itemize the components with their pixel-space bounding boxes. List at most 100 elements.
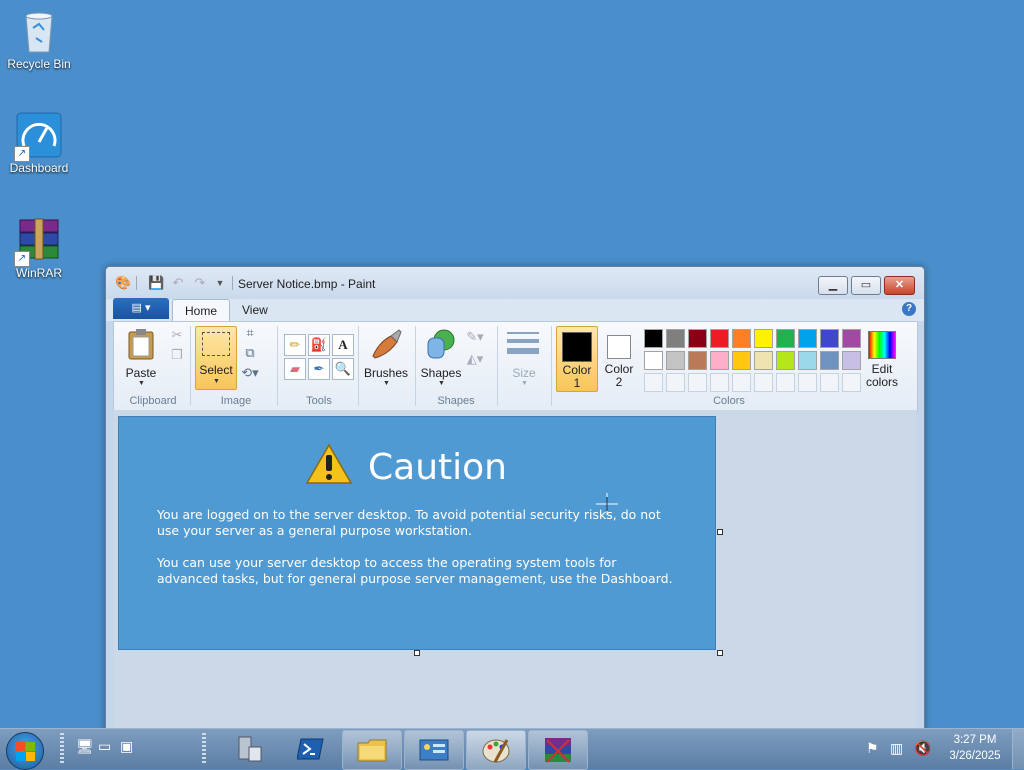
- server-manager-quicklaunch-icon[interactable]: 🖥: [76, 738, 94, 755]
- group-separator: [497, 326, 498, 406]
- shapes-dropdown-icon: ▼: [438, 380, 445, 387]
- palette-swatch[interactable]: [710, 329, 729, 348]
- palette-custom-slot[interactable]: [798, 373, 817, 392]
- taskbar-control-panel[interactable]: [404, 730, 464, 770]
- palette-custom-slot[interactable]: [776, 373, 795, 392]
- copy-icon[interactable]: ❐: [168, 346, 186, 364]
- edit-colors-label-line2: colors: [865, 375, 898, 389]
- palette-swatch[interactable]: [666, 329, 685, 348]
- toolbar-grip[interactable]: [60, 733, 64, 765]
- desktop-icon-dashboard[interactable]: ↗ Dashboard: [1, 112, 77, 175]
- show-desktop-quicklaunch-icon[interactable]: ▭: [98, 738, 111, 755]
- size-line-icon: [507, 348, 539, 354]
- taskbar-powershell[interactable]: [282, 730, 340, 768]
- rotate-icon[interactable]: ⟲▾: [241, 364, 259, 382]
- paint-app-icon[interactable]: 🎨: [115, 275, 131, 291]
- resize-handle-right[interactable]: [717, 529, 723, 535]
- palette-swatch[interactable]: [820, 351, 839, 370]
- select-rectangle-icon: [202, 332, 230, 356]
- cut-icon[interactable]: ✂: [168, 326, 186, 344]
- palette-custom-slot[interactable]: [666, 373, 685, 392]
- palette-swatch[interactable]: [842, 351, 861, 370]
- start-button[interactable]: [6, 732, 44, 770]
- size-button[interactable]: Size ▼: [502, 326, 546, 388]
- resize-handle-corner[interactable]: [717, 650, 723, 656]
- tab-view[interactable]: View: [230, 299, 280, 321]
- size-label: Size: [512, 366, 536, 380]
- palette-swatch[interactable]: [732, 351, 751, 370]
- title-bar[interactable]: 🎨 💾 ↶ ↷ ▼ Server Notice.bmp - Paint ▁ ▭ …: [106, 267, 924, 299]
- taskbar-winrar[interactable]: [528, 730, 588, 770]
- palette-custom-slot[interactable]: [732, 373, 751, 392]
- select-button[interactable]: Select ▼: [195, 326, 237, 390]
- outline-icon[interactable]: ✎▾: [466, 328, 484, 346]
- canvas-image[interactable]: Caution You are logged on to the server …: [118, 416, 716, 650]
- palette-swatch[interactable]: [644, 329, 663, 348]
- crop-icon[interactable]: ⌗: [241, 324, 259, 342]
- palette-swatch[interactable]: [798, 351, 817, 370]
- palette-custom-slot[interactable]: [710, 373, 729, 392]
- toolbar-grip[interactable]: [202, 733, 206, 765]
- minimize-button[interactable]: ▁: [818, 276, 848, 295]
- color-picker-icon[interactable]: ✒: [308, 358, 330, 380]
- color1-button[interactable]: Color 1: [556, 326, 598, 392]
- pencil-icon[interactable]: ✏: [284, 334, 306, 356]
- magnifier-icon[interactable]: 🔍: [332, 358, 354, 380]
- palette-swatch[interactable]: [798, 329, 817, 348]
- palette-swatch[interactable]: [820, 329, 839, 348]
- action-center-flag-icon[interactable]: ⚑: [866, 740, 879, 757]
- eraser-icon[interactable]: ▰: [284, 358, 306, 380]
- network-icon[interactable]: ▥: [890, 740, 903, 757]
- palette-swatch[interactable]: [842, 329, 861, 348]
- paste-button[interactable]: Paste ▼: [120, 326, 162, 388]
- palette-swatch[interactable]: [754, 329, 773, 348]
- palette-custom-slot[interactable]: [820, 373, 839, 392]
- palette-custom-slot[interactable]: [644, 373, 663, 392]
- desktop-icon-winrar[interactable]: ↗ WinRAR: [1, 217, 77, 280]
- text-icon[interactable]: A: [332, 334, 354, 356]
- customize-quick-access-icon[interactable]: ▼: [212, 275, 228, 291]
- brushes-button[interactable]: Brushes ▼: [363, 326, 409, 388]
- redo-icon[interactable]: ↷: [192, 275, 208, 291]
- palette-swatch[interactable]: [776, 351, 795, 370]
- size-dropdown-icon: ▼: [521, 380, 528, 387]
- palette-swatch[interactable]: [732, 329, 751, 348]
- taskbar-paint[interactable]: [466, 730, 526, 770]
- show-desktop-button[interactable]: [1012, 729, 1024, 769]
- taskbar-server-manager[interactable]: [220, 730, 278, 768]
- tab-home[interactable]: Home: [172, 299, 231, 322]
- taskbar-file-explorer[interactable]: [342, 730, 402, 770]
- help-icon[interactable]: ?: [902, 302, 916, 316]
- save-icon[interactable]: 💾: [148, 275, 164, 291]
- shape-fill-icon[interactable]: ◭▾: [466, 350, 484, 368]
- palette-swatch[interactable]: [688, 329, 707, 348]
- paint-menu-button[interactable]: ▤ ▾: [113, 298, 169, 319]
- color2-button[interactable]: Color 2: [600, 326, 638, 390]
- palette-swatch[interactable]: [666, 351, 685, 370]
- palette-custom-slot[interactable]: [842, 373, 861, 392]
- palette-swatch[interactable]: [754, 351, 773, 370]
- palette-swatch[interactable]: [776, 329, 795, 348]
- canvas-area[interactable]: Caution You are logged on to the server …: [113, 410, 916, 737]
- palette-swatch[interactable]: [710, 351, 729, 370]
- resize-icon[interactable]: ⧉: [241, 344, 259, 362]
- maximize-button[interactable]: ▭: [851, 276, 881, 295]
- close-button[interactable]: ✕: [884, 276, 915, 295]
- edit-colors-button[interactable]: Edit colors: [862, 326, 902, 390]
- palette-swatch[interactable]: [688, 351, 707, 370]
- windows-logo-icon: [16, 742, 35, 761]
- resize-handle-bottom[interactable]: [414, 650, 420, 656]
- undo-icon[interactable]: ↶: [170, 275, 186, 291]
- fill-icon[interactable]: ⛽: [308, 334, 330, 356]
- color1-swatch: [562, 332, 592, 362]
- palette-custom-slot[interactable]: [688, 373, 707, 392]
- color-spectrum-icon: [868, 331, 896, 359]
- windows-explorer-quicklaunch-icon[interactable]: ▣: [120, 738, 133, 755]
- shapes-button[interactable]: Shapes ▼: [419, 326, 463, 388]
- size-line-icon: [507, 339, 539, 343]
- palette-custom-slot[interactable]: [754, 373, 773, 392]
- palette-swatch[interactable]: [644, 351, 663, 370]
- desktop-icon-recycle-bin[interactable]: Recycle Bin: [1, 8, 77, 71]
- control-panel-icon: [419, 739, 449, 761]
- volume-muted-icon[interactable]: 🔇: [914, 740, 931, 757]
